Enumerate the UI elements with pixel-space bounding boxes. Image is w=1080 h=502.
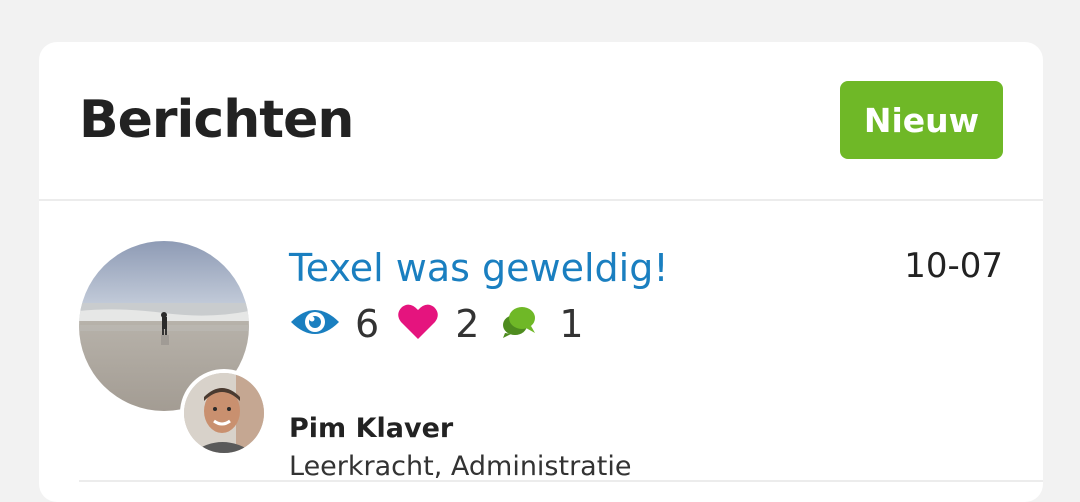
- views-count: 6: [355, 302, 380, 346]
- message-list-item[interactable]: Texel was geweldig! 10-07 6 2 1 Pim Klav…: [39, 201, 1043, 482]
- comments-count: 1: [559, 302, 584, 346]
- new-message-button[interactable]: Nieuw: [840, 81, 1003, 159]
- post-date: 10-07: [904, 246, 1003, 286]
- heart-icon: [397, 303, 439, 345]
- author-avatar: [180, 369, 268, 457]
- post-stats: 6 2 1: [289, 299, 584, 349]
- messages-card: Berichten Nieuw Texel was geweldig! 10-0…: [39, 42, 1043, 502]
- page-title: Berichten: [79, 90, 354, 150]
- chat-bubbles-icon: [501, 305, 537, 343]
- post-title-link[interactable]: Texel was geweldig!: [289, 243, 669, 293]
- card-header: Berichten Nieuw: [39, 42, 1043, 201]
- author-name: Pim Klaver: [289, 413, 454, 444]
- likes-count: 2: [455, 302, 480, 346]
- eye-icon: [289, 306, 341, 342]
